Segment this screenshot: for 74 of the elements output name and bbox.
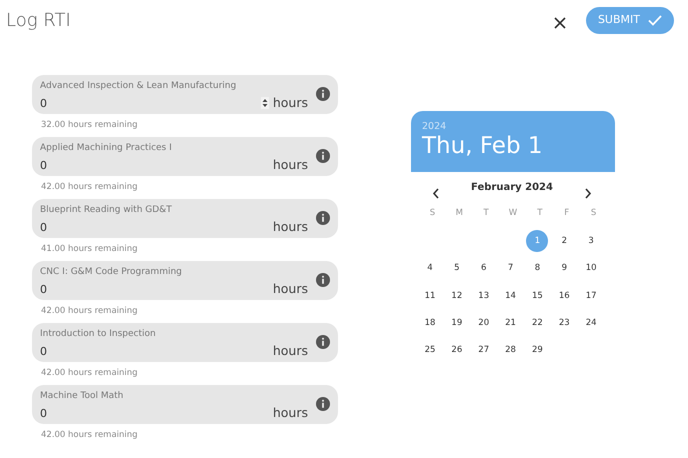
day-button[interactable]: 28 xyxy=(500,338,522,362)
day-button[interactable]: 4 xyxy=(419,257,441,280)
hours-input[interactable]: 0 xyxy=(40,96,190,113)
unit-label: hours xyxy=(272,280,308,298)
weekday-label: W xyxy=(508,207,518,220)
day-button[interactable]: 2 xyxy=(553,230,576,252)
year-label: 2024 xyxy=(422,120,448,134)
hours-input[interactable]: 0 xyxy=(40,158,190,175)
remaining-hours: 42.00 hours remaining xyxy=(40,429,139,442)
day-button[interactable]: 27 xyxy=(472,338,495,362)
day-button[interactable]: 11 xyxy=(419,284,441,307)
remaining-hours: 42.00 hours remaining xyxy=(40,305,139,318)
info-icon[interactable] xyxy=(316,149,330,163)
day-button[interactable]: 13 xyxy=(472,284,495,307)
day-button[interactable]: 20 xyxy=(472,312,495,334)
day-button[interactable]: 3 xyxy=(580,230,602,252)
remaining-hours: 42.00 hours remaining xyxy=(40,367,139,380)
day-button[interactable]: 26 xyxy=(446,338,468,362)
unit-label: hours xyxy=(272,94,308,112)
day-button[interactable]: 24 xyxy=(580,312,602,334)
selected-date: Thu, Feb 1 xyxy=(422,134,544,160)
day-button[interactable]: 6 xyxy=(472,257,495,280)
hours-input[interactable]: 0 xyxy=(40,344,190,361)
weekday-label: S xyxy=(428,207,436,220)
weekday-label: T xyxy=(482,207,490,220)
day-button[interactable]: 9 xyxy=(553,257,576,280)
info-icon[interactable] xyxy=(316,335,330,349)
info-icon[interactable] xyxy=(316,273,330,287)
unit-label: hours xyxy=(272,218,308,236)
remaining-hours: 42.00 hours remaining xyxy=(40,181,139,194)
day-button[interactable]: 25 xyxy=(419,338,441,362)
unit-label: hours xyxy=(272,156,308,174)
day-button[interactable]: 8 xyxy=(526,257,548,280)
spinner-icon[interactable] xyxy=(260,96,269,109)
day-button[interactable]: 21 xyxy=(500,312,522,334)
info-icon[interactable] xyxy=(316,87,330,101)
hours-input[interactable]: 0 xyxy=(40,282,190,299)
remaining-hours: 41.00 hours remaining xyxy=(40,243,139,256)
chevron-left-icon xyxy=(432,188,440,199)
unit-label: hours xyxy=(272,404,308,422)
field-label: Applied Machining Practices I xyxy=(40,142,173,156)
month-label: February 2024 xyxy=(471,181,553,195)
chevron-right-icon xyxy=(584,188,592,199)
day-button[interactable]: 10 xyxy=(580,257,602,280)
day-button[interactable]: 14 xyxy=(500,284,522,307)
check-icon xyxy=(648,14,662,26)
close-icon xyxy=(552,16,567,30)
day-button[interactable]: 22 xyxy=(526,312,548,334)
page-title: Log RTI xyxy=(6,8,71,32)
hours-input[interactable]: 0 xyxy=(40,220,190,237)
field-label: Advanced Inspection & Lean Manufacturing xyxy=(40,80,238,94)
hours-input[interactable]: 0 xyxy=(40,406,190,423)
day-button[interactable]: 23 xyxy=(553,312,576,334)
info-icon[interactable] xyxy=(316,397,330,411)
weekday-label: M xyxy=(454,207,464,220)
day-button[interactable]: 16 xyxy=(553,284,576,307)
field-label: CNC I: G&M Code Programming xyxy=(40,266,183,280)
field-label: Introduction to Inspection xyxy=(40,328,157,342)
day-button[interactable]: 19 xyxy=(446,312,468,334)
day-button[interactable]: 7 xyxy=(500,257,522,280)
day-button[interactable]: 18 xyxy=(419,312,441,334)
weekday-label: T xyxy=(536,207,544,220)
day-button[interactable]: 12 xyxy=(446,284,468,307)
weekday-label: S xyxy=(590,207,598,220)
unit-label: hours xyxy=(272,342,308,360)
remaining-hours: 32.00 hours remaining xyxy=(40,119,139,132)
weekday-label: F xyxy=(563,207,570,220)
day-button[interactable]: 29 xyxy=(526,338,548,362)
field-label: Blueprint Reading with GD&T xyxy=(40,204,173,218)
day-button[interactable]: 5 xyxy=(446,257,468,280)
day-button[interactable]: 17 xyxy=(580,284,602,307)
field-label: Machine Tool Math xyxy=(40,390,124,404)
info-icon[interactable] xyxy=(316,211,330,225)
day-button[interactable]: 15 xyxy=(526,284,548,307)
